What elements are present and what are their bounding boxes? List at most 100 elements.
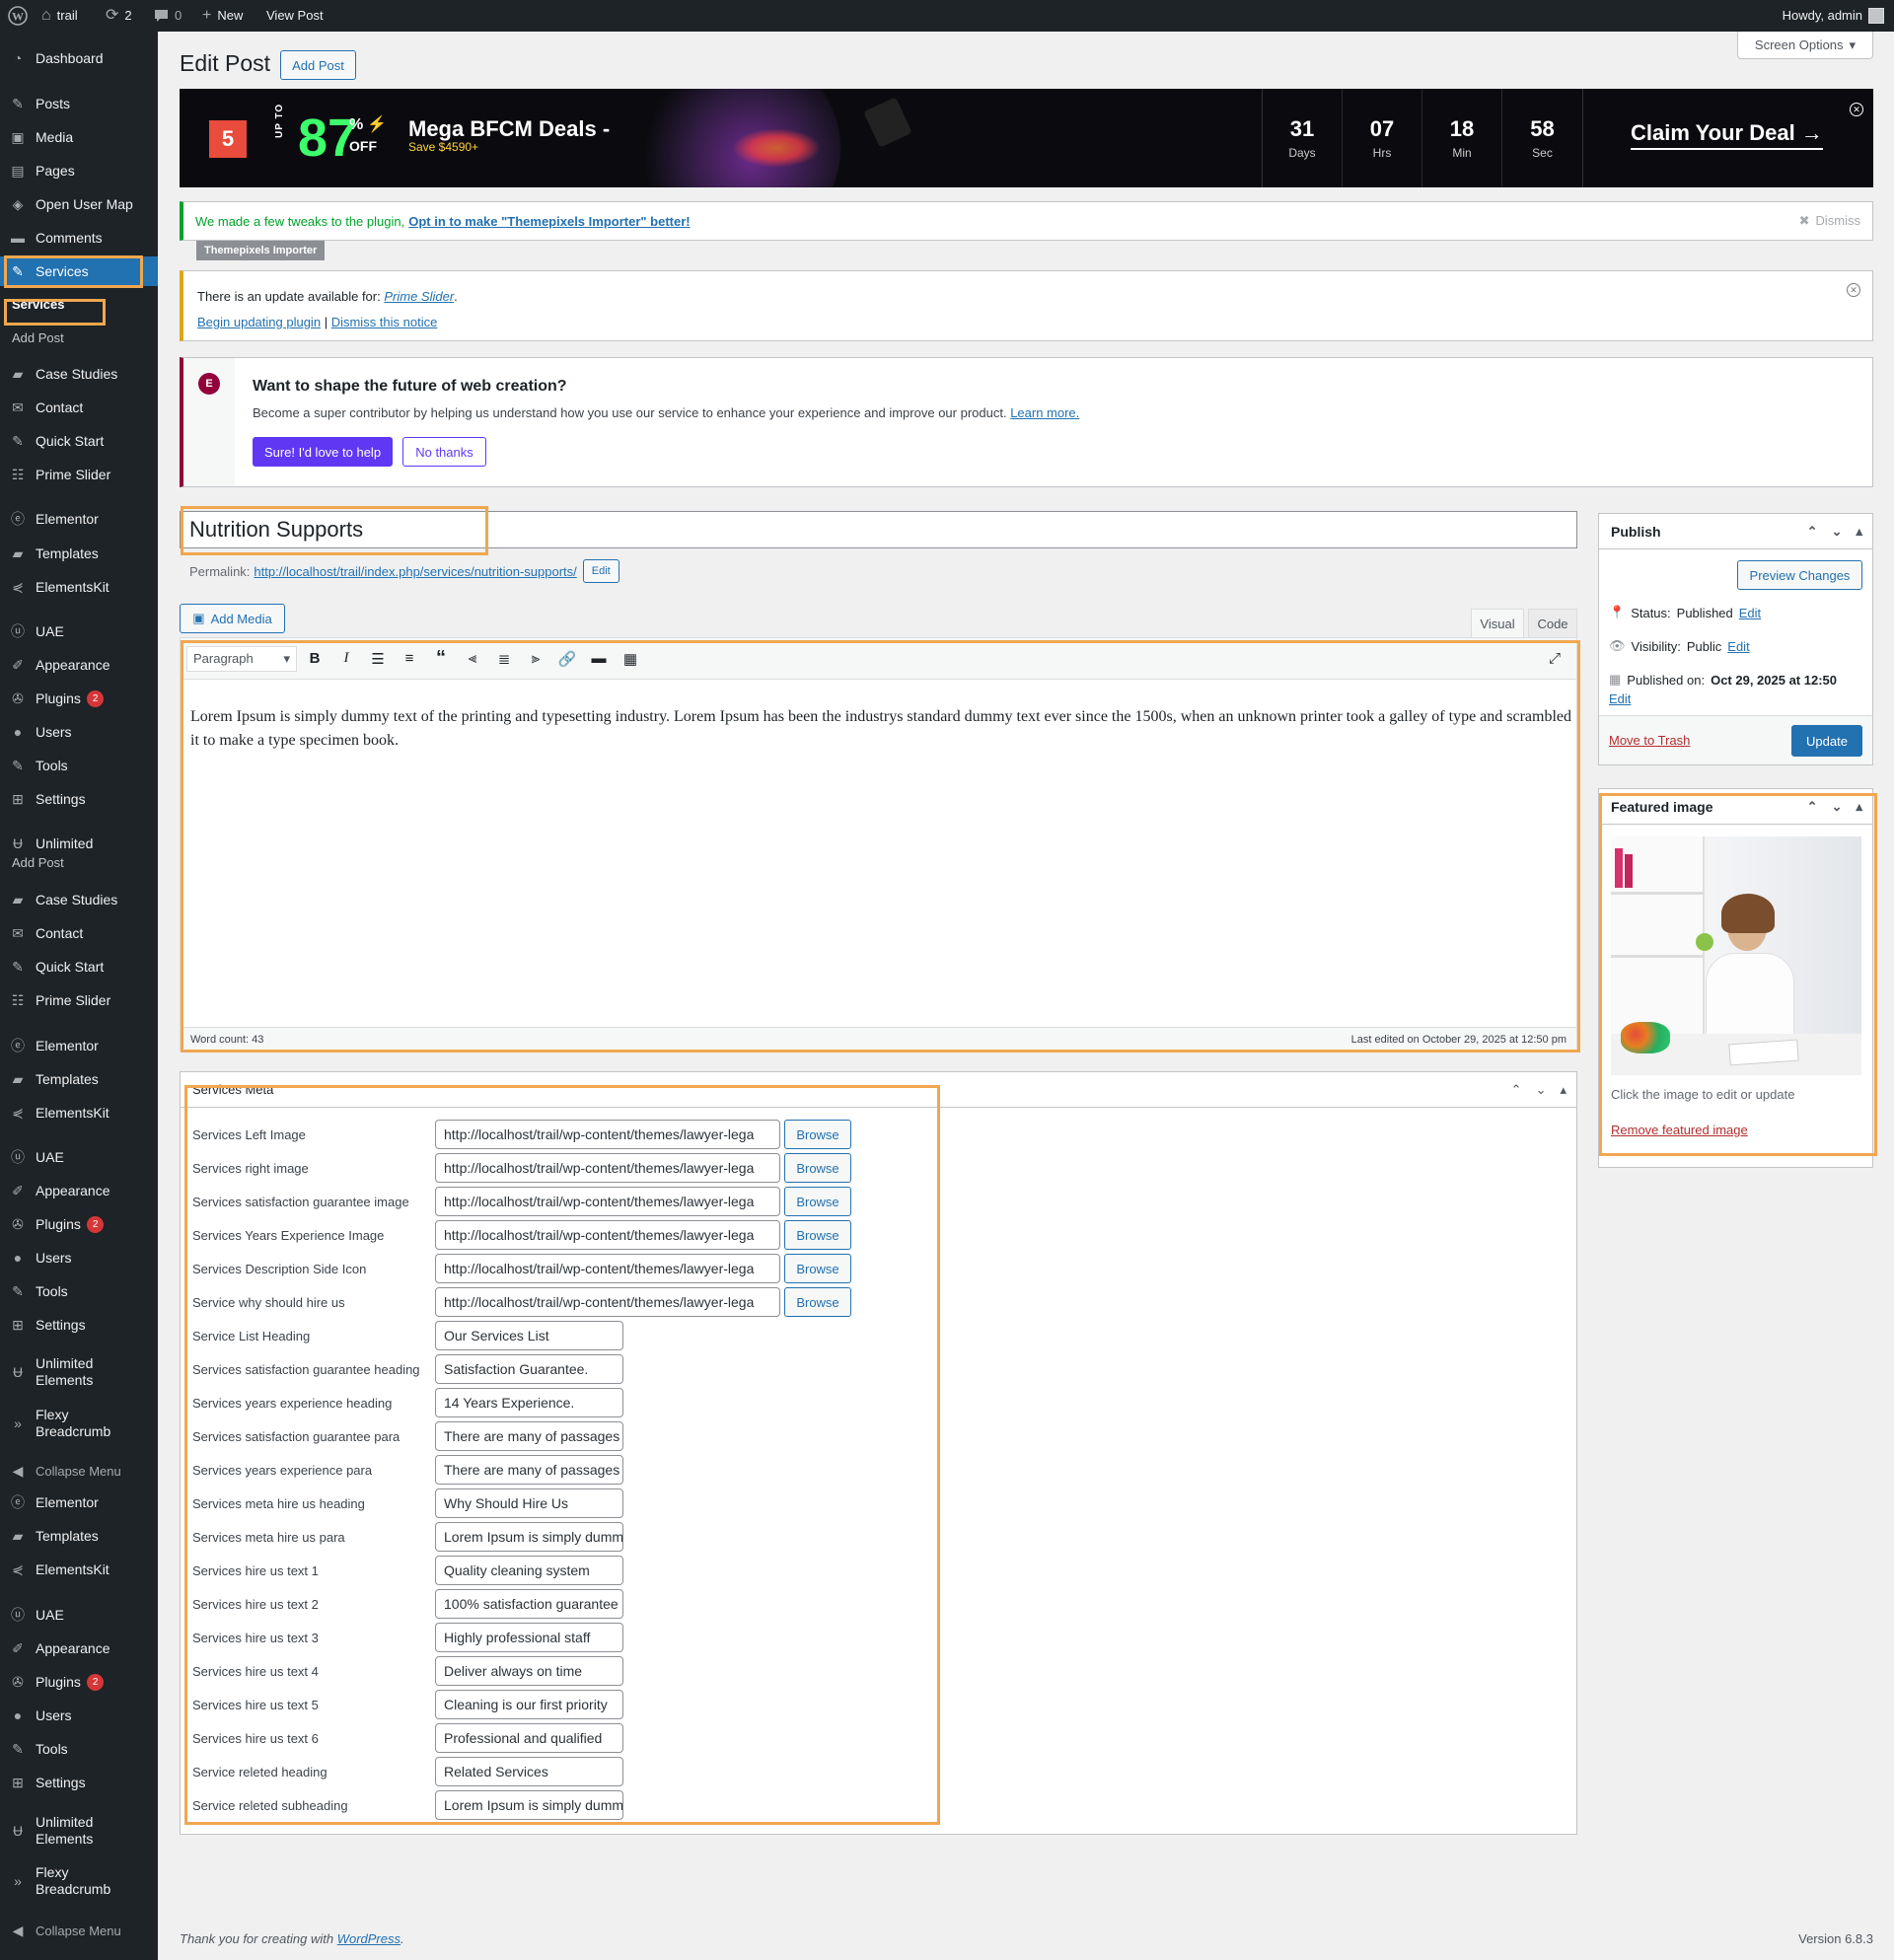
browse-button[interactable]: Browse (784, 1120, 851, 1149)
sidebar-item-pages[interactable]: ▤ Pages (0, 156, 158, 185)
read-more-icon[interactable]: ▬ (585, 645, 613, 673)
submenu-add-post[interactable]: Add Post (12, 330, 64, 345)
sidebar-item-appearance[interactable]: ✐ Appearance (0, 1633, 158, 1663)
tab-visual[interactable]: Visual (1471, 609, 1524, 637)
comments-link[interactable]: 0 (154, 0, 182, 32)
meta-input[interactable]: http://localhost/trail/wp-content/themes… (435, 1220, 780, 1250)
editor-content[interactable]: Lorem Ipsum is simply dummy text of the … (190, 705, 1571, 753)
align-center-icon[interactable]: ≣ (490, 645, 518, 673)
sidebar-item-appearance[interactable]: ✐ Appearance (0, 1176, 158, 1205)
align-left-icon[interactable]: ⫷ (459, 645, 486, 673)
sidebar-item-case-studies[interactable]: ▰ Case Studies (0, 359, 158, 389)
move-up-icon[interactable]: ⌃ (1807, 524, 1818, 540)
bullet-list-icon[interactable]: ☰ (364, 645, 392, 673)
meta-input[interactable]: 100% satisfaction guarantee (435, 1589, 623, 1619)
sidebar-item-templates[interactable]: ▰ Templates (0, 1064, 158, 1094)
view-post-link[interactable]: View Post (266, 0, 324, 32)
no-thanks-button[interactable]: No thanks (402, 437, 486, 467)
sidebar-item-dashboard[interactable]: ◔ Dashboard (0, 43, 158, 73)
sidebar-item-flexy-breadcrumb[interactable]: » Flexy Breadcrumb (0, 1864, 158, 1897)
numbered-list-icon[interactable]: ≡ (396, 645, 423, 673)
meta-input[interactable]: 14 Years Experience. (435, 1388, 623, 1417)
meta-input[interactable]: http://localhost/trail/wp-content/themes… (435, 1187, 780, 1216)
sidebar-item-posts[interactable]: ✎ Posts (0, 89, 158, 118)
sidebar-item-quick-start[interactable]: ✎ Quick Start (0, 426, 158, 456)
meta-input[interactable]: Lorem Ipsum is simply dummy (435, 1790, 623, 1820)
prime-slider-link[interactable]: Prime Slider (384, 289, 454, 304)
sidebar-item-prime-slider[interactable]: ☷ Prime Slider (0, 985, 158, 1015)
sidebar-item-quick-start[interactable]: ✎ Quick Start (0, 952, 158, 981)
close-banner-icon[interactable]: ✕ (1850, 103, 1863, 116)
edit-slug-button[interactable]: Edit (582, 559, 619, 583)
sidebar-item-elementskit[interactable]: ⋞ ElementsKit (0, 1555, 158, 1584)
sidebar-item-contact[interactable]: ✉ Contact (0, 918, 158, 948)
site-name-link[interactable]: ⌂ trail (41, 0, 78, 32)
bold-icon[interactable]: B (301, 645, 328, 673)
sidebar-item-plugins[interactable]: ✇ Plugins 2 (0, 1209, 158, 1239)
sidebar-item-tools[interactable]: ✎ Tools (0, 1276, 158, 1306)
sidebar-item-settings[interactable]: ⊞ Settings (0, 1310, 158, 1340)
sidebar-item-uae[interactable]: ⓤ UAE (0, 617, 158, 646)
claim-deal-link[interactable]: Claim Your Deal → (1631, 120, 1823, 150)
sidebar-item-users[interactable]: ● Users (0, 1243, 158, 1272)
meta-input[interactable]: Deliver always on time (435, 1656, 623, 1686)
meta-input[interactable]: Quality cleaning system (435, 1556, 623, 1585)
sidebar-item-collapse-menu[interactable]: ◀ Collapse Menu (0, 1916, 158, 1945)
align-right-icon[interactable]: ⫸ (522, 645, 549, 673)
sidebar-item-tools[interactable]: ✎ Tools (0, 1734, 158, 1764)
submenu-add-post-duplicate[interactable]: Add Post (12, 855, 158, 870)
meta-input[interactable]: http://localhost/trail/wp-content/themes… (435, 1287, 780, 1317)
my-account-link[interactable]: Howdy, admin (1783, 0, 1884, 32)
browse-button[interactable]: Browse (784, 1187, 851, 1216)
wordpress-link[interactable]: WordPress (337, 1931, 401, 1946)
sidebar-item-appearance[interactable]: ✐ Appearance (0, 650, 158, 680)
sidebar-item-unlimited-elements[interactable]: Ʉ Unlimited Elements (0, 1355, 158, 1388)
collapse-icon[interactable]: ▴ (1856, 799, 1862, 815)
sidebar-item-open-user-map[interactable]: ◈ Open User Map (0, 189, 158, 219)
sidebar-item-elementor[interactable]: ⓔ Elementor (0, 1488, 158, 1517)
link-icon[interactable]: 🔗 (553, 645, 581, 673)
collapse-icon[interactable]: ▴ (1856, 524, 1862, 540)
sidebar-item-prime-slider[interactable]: ☷ Prime Slider (0, 460, 158, 489)
meta-input[interactable]: Lorem Ipsum is simply dummy (435, 1522, 623, 1552)
update-button[interactable]: Update (1791, 725, 1862, 757)
remove-featured-image-link[interactable]: Remove featured image (1611, 1123, 1748, 1137)
sidebar-item-users[interactable]: ● Users (0, 717, 158, 747)
move-up-icon[interactable]: ⌃ (1807, 799, 1818, 815)
close-icon[interactable]: ✕ (1847, 283, 1860, 297)
browse-button[interactable]: Browse (784, 1153, 851, 1183)
toolbar-toggle-icon[interactable]: ▦ (617, 645, 644, 673)
sidebar-item-plugins[interactable]: ✇ Plugins 2 (0, 1667, 158, 1697)
move-to-trash-link[interactable]: Move to Trash (1609, 733, 1690, 748)
sidebar-item-users[interactable]: ● Users (0, 1701, 158, 1730)
screen-options-toggle[interactable]: Screen Options ▾ (1737, 32, 1873, 59)
sidebar-item-unlimited-elements[interactable]: Ʉ Unlimited Elements (0, 1814, 158, 1847)
updates-link[interactable]: ⟳ 2 (106, 0, 132, 32)
move-up-icon[interactable]: ⌃ (1511, 1082, 1522, 1098)
post-title-input[interactable]: Nutrition Supports (180, 511, 1577, 548)
themepixels-optin-link[interactable]: Opt in to make "Themepixels Importer" be… (408, 214, 690, 229)
add-media-button[interactable]: ▣ Add Media (180, 604, 285, 633)
move-down-icon[interactable]: ⌄ (1536, 1082, 1547, 1098)
meta-input[interactable]: Cleaning is our first priority (435, 1690, 623, 1719)
begin-updating-link[interactable]: Begin updating plugin (197, 315, 321, 329)
sidebar-item-flexy-breadcrumb[interactable]: » Flexy Breadcrumb (0, 1407, 158, 1439)
meta-input[interactable]: There are many of passages (435, 1421, 623, 1451)
italic-icon[interactable]: I (332, 645, 360, 673)
sidebar-item-uae[interactable]: ⓤ UAE (0, 1142, 158, 1172)
meta-input[interactable]: http://localhost/trail/wp-content/themes… (435, 1153, 780, 1183)
meta-input[interactable]: Satisfaction Guarantee. (435, 1354, 623, 1384)
sidebar-item-comments[interactable]: ▬ Comments (0, 223, 158, 253)
dismiss-notice-link[interactable]: Dismiss this notice (331, 315, 438, 329)
sidebar-item-elementor[interactable]: ⓔ Elementor (0, 504, 158, 534)
sidebar-item-unlimited[interactable]: Ʉ Unlimited (0, 829, 158, 858)
fullscreen-icon[interactable]: ⤢ (1541, 645, 1568, 673)
meta-input[interactable]: Professional and qualified (435, 1723, 623, 1753)
meta-input[interactable]: Our Services List (435, 1321, 623, 1350)
add-post-button[interactable]: Add Post (280, 50, 356, 80)
sidebar-item-settings[interactable]: ⊞ Settings (0, 1768, 158, 1797)
sidebar-item-services[interactable]: ✎ Services (0, 256, 158, 286)
meta-input[interactable]: http://localhost/trail/wp-content/themes… (435, 1120, 780, 1149)
meta-input[interactable]: There are many of passages (435, 1455, 623, 1485)
tab-code[interactable]: Code (1528, 609, 1577, 637)
